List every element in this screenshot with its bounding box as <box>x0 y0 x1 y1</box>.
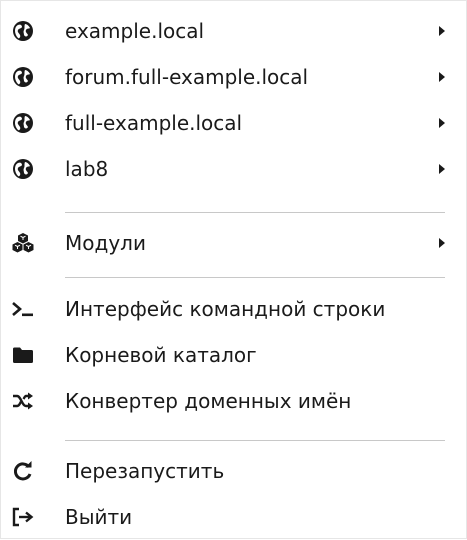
menu-separator <box>65 212 445 213</box>
menu-item-label: full-example.local <box>65 111 243 135</box>
cubes-icon <box>11 231 35 255</box>
menu-item-root-directory[interactable]: Корневой каталог <box>1 332 466 378</box>
menu-item-label: lab8 <box>65 157 109 181</box>
menu-item-label: Интерфейс командной строки <box>65 297 386 321</box>
globe-icon <box>11 19 35 43</box>
menu-item-full-example-local[interactable]: full-example.local <box>1 100 466 146</box>
redo-icon <box>11 459 35 483</box>
folder-icon <box>11 343 35 367</box>
menu-item-lab8[interactable]: lab8 <box>1 146 466 192</box>
globe-icon <box>11 111 35 135</box>
menu-item-label: Модули <box>65 231 146 255</box>
menu-item-label: Перезапустить <box>65 459 225 483</box>
menu-item-label: forum.full-example.local <box>65 65 309 89</box>
menu-separator <box>65 277 445 278</box>
context-menu: example.local forum.full-example.local f… <box>0 0 467 539</box>
menu-item-restart[interactable]: Перезапустить <box>1 448 466 494</box>
chevron-right-icon <box>439 26 445 36</box>
menu-item-example-local[interactable]: example.local <box>1 8 466 54</box>
globe-icon <box>11 65 35 89</box>
terminal-icon <box>11 297 35 321</box>
chevron-right-icon <box>439 72 445 82</box>
shuffle-icon <box>11 389 35 413</box>
menu-item-label: Конвертер доменных имён <box>65 389 352 413</box>
menu-item-label: Выйти <box>65 505 133 529</box>
menu-item-domain-converter[interactable]: Конвертер доменных имён <box>1 378 466 424</box>
chevron-right-icon <box>439 118 445 128</box>
chevron-right-icon <box>439 164 445 174</box>
menu-item-label: Корневой каталог <box>65 343 257 367</box>
menu-item-forum-full-example-local[interactable]: forum.full-example.local <box>1 54 466 100</box>
menu-item-modules[interactable]: Модули <box>1 220 466 266</box>
menu-separator <box>65 440 445 441</box>
chevron-right-icon <box>439 238 445 248</box>
sign-out-icon <box>11 505 35 529</box>
menu-item-command-line[interactable]: Интерфейс командной строки <box>1 286 466 332</box>
globe-icon <box>11 157 35 181</box>
menu-item-label: example.local <box>65 19 205 43</box>
menu-item-exit[interactable]: Выйти <box>1 494 466 540</box>
